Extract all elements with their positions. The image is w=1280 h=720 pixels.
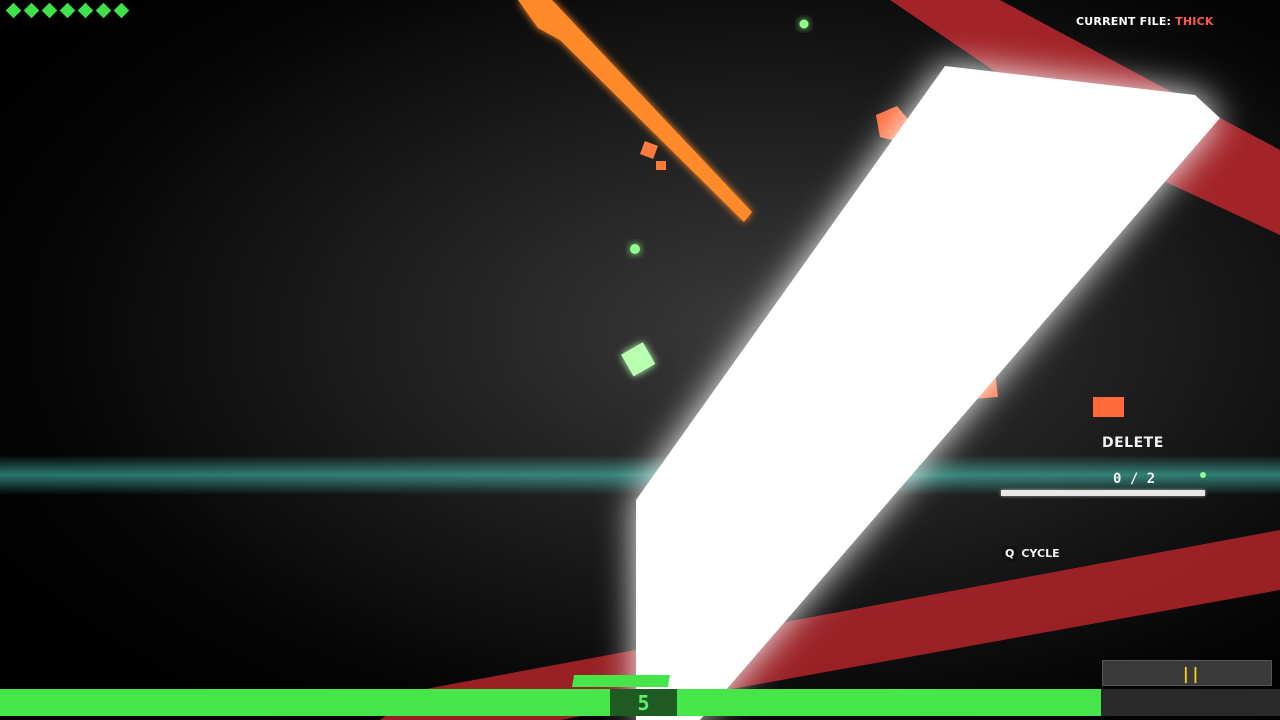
- cycle-hint: Q CYCLE: [1002, 546, 1060, 561]
- action-label: DELETE: [1102, 435, 1164, 451]
- health-bar-cap: [571, 675, 671, 687]
- health-bar-fill: [0, 689, 1101, 716]
- debris-orange: [640, 141, 658, 159]
- life-diamond-icon: [5, 2, 22, 19]
- current-file-label: CURRENT FILE:: [1076, 15, 1172, 28]
- laser-streak: [518, 0, 752, 222]
- life-diamond-icon: [113, 2, 130, 19]
- lives-indicator: [5, 2, 130, 19]
- horizon-glow: [0, 455, 1280, 495]
- ammo-icon: ||: [1181, 664, 1201, 683]
- debris-orange: [656, 161, 666, 170]
- particle-green: [630, 244, 640, 254]
- game-viewport: CURRENT FILE: THICK DELETE 0 / 2 Q CYCLE…: [0, 0, 1280, 720]
- ammo-panel: ||: [1102, 660, 1272, 686]
- life-diamond-icon: [41, 2, 58, 19]
- level-indicator: 5: [610, 689, 677, 716]
- current-file-name: THICK: [1175, 15, 1214, 28]
- cycle-key: Q: [1002, 546, 1018, 561]
- life-diamond-icon: [59, 2, 76, 19]
- particle-green: [1200, 472, 1206, 478]
- particle-green: [799, 19, 809, 29]
- life-diamond-icon: [23, 2, 40, 19]
- cycle-label: CYCLE: [1021, 547, 1060, 560]
- game-world: [0, 0, 1280, 720]
- life-diamond-icon: [95, 2, 112, 19]
- life-diamond-icon: [77, 2, 94, 19]
- action-progress-bar: [1001, 490, 1205, 496]
- current-file-display: CURRENT FILE: THICK: [1076, 15, 1214, 28]
- action-progress-text: 0 / 2: [1113, 471, 1156, 487]
- debris-orange: [1093, 397, 1124, 417]
- particle-green: [621, 342, 656, 377]
